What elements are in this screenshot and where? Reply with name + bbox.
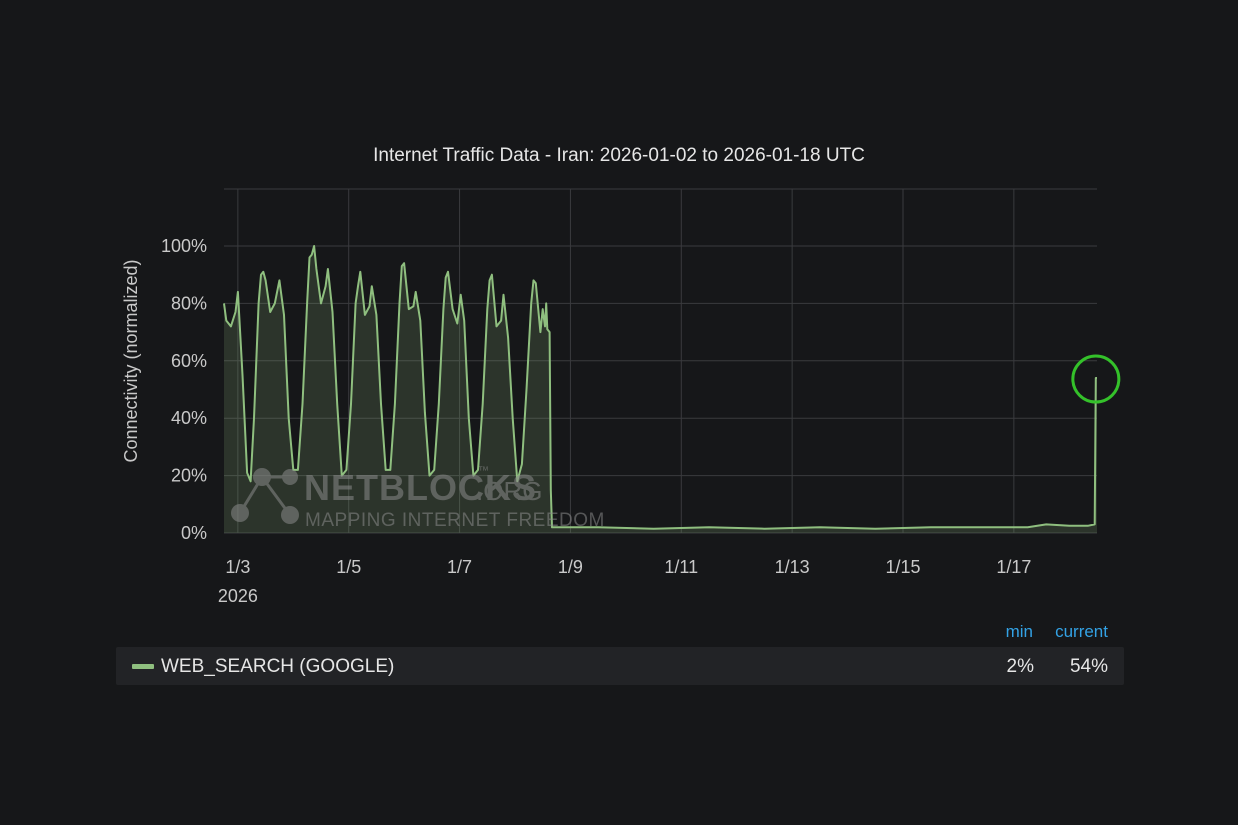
- x-tick-label: 1/13: [775, 557, 810, 577]
- watermark-tm: ™: [478, 465, 490, 477]
- chart-canvas: Internet Traffic Data - Iran: 2026-01-02…: [121, 145, 1121, 606]
- x-tick-label: 1/3: [225, 557, 250, 577]
- x-axis-ticks: 1/3 2026 1/5 1/7 1/9 1/11 1/13 1/15 1/17: [218, 557, 1032, 606]
- y-axis-ticks: 0% 20% 40% 60% 80% 100%: [161, 236, 207, 543]
- legend-header: min current: [990, 622, 1120, 644]
- y-tick-label: 0%: [181, 523, 207, 543]
- chart-title: Internet Traffic Data - Iran: 2026-01-02…: [373, 145, 865, 166]
- x-tick-label: 1/15: [885, 557, 920, 577]
- y-tick-label: 20%: [171, 466, 207, 486]
- y-tick-label: 60%: [171, 351, 207, 371]
- x-tick-label: 1/11: [664, 557, 698, 577]
- x-tick-label: 1/5: [336, 557, 361, 577]
- y-tick-label: 100%: [161, 236, 207, 256]
- watermark-tagline: MAPPING INTERNET FREEDOM: [305, 510, 605, 531]
- x-tick-label: 1/17: [996, 557, 1031, 577]
- legend-series-name[interactable]: WEB_SEARCH (GOOGLE): [161, 656, 394, 678]
- x-tick-label: 1/7: [447, 557, 472, 577]
- legend-current-value: 54%: [1069, 656, 1108, 677]
- x-tick-label: 1/9: [558, 557, 583, 577]
- chart-panel: Internet Traffic Data - Iran: 2026-01-02…: [0, 0, 1238, 825]
- watermark-tld: .ORG: [476, 476, 542, 506]
- legend-row[interactable]: WEB_SEARCH (GOOGLE) 2% 54%: [116, 647, 1124, 685]
- x-tick-year-label: 2026: [218, 586, 258, 606]
- legend-header-min[interactable]: min: [1006, 622, 1033, 642]
- y-tick-label: 40%: [171, 408, 207, 428]
- y-tick-label: 80%: [171, 293, 207, 313]
- legend-min-value: 2%: [1006, 656, 1034, 677]
- legend-color-swatch: [132, 664, 154, 669]
- legend-header-current[interactable]: current: [1055, 622, 1108, 642]
- y-axis-label: Connectivity (normalized): [121, 259, 141, 462]
